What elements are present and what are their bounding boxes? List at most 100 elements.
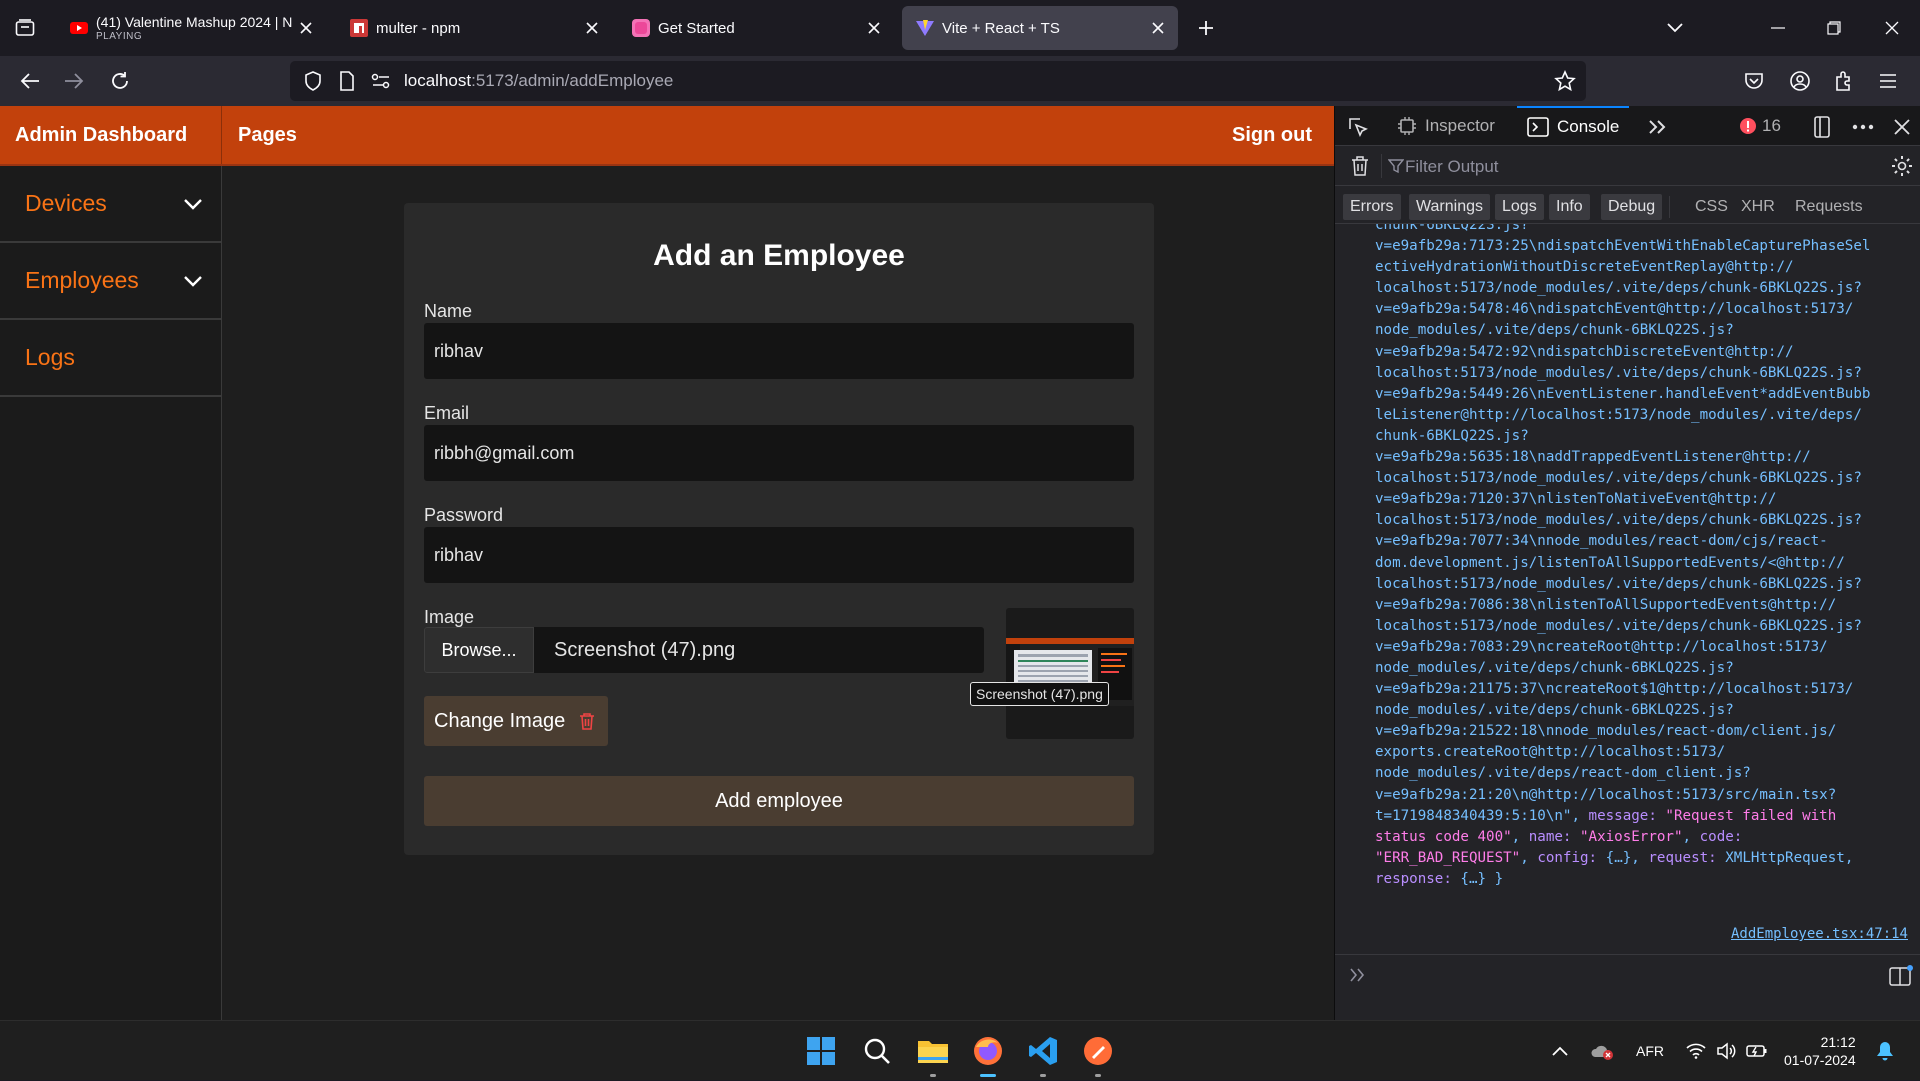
vscode-icon[interactable] <box>1023 1031 1063 1077</box>
close-tab-icon[interactable] <box>296 18 316 38</box>
add-employee-form: Add an Employee Name ribhav Email ribbh@… <box>404 203 1154 855</box>
tab-youtube[interactable]: (41) Valentine Mashup 2024 | N PLAYING <box>56 6 326 50</box>
close-tab-icon[interactable] <box>1148 18 1168 38</box>
filter-warnings[interactable]: Warnings <box>1409 194 1490 220</box>
show-hidden-icons-chevron[interactable] <box>1552 1021 1568 1081</box>
volume-icon[interactable] <box>1716 1021 1736 1081</box>
source-location-link[interactable]: AddEmployee.tsx:47:14 <box>1731 926 1908 942</box>
close-tab-icon[interactable] <box>582 18 602 38</box>
log-fragment: name: <box>1528 828 1581 845</box>
log-line: localhost:5173/node_modules/.vite/deps/c… <box>1375 470 1862 487</box>
clock-time: 21:12 <box>1820 1034 1856 1050</box>
menu-hamburger-icon[interactable] <box>1872 65 1904 97</box>
log-line: v=e9afb29a:5478:46\ndispatchEvent@http:/… <box>1375 301 1854 318</box>
password-input[interactable]: ribhav <box>424 527 1134 583</box>
add-employee-button[interactable]: Add employee <box>424 776 1134 826</box>
new-tab-plus-icon[interactable] <box>1192 14 1220 42</box>
log-fragment: , <box>1511 828 1529 845</box>
close-window-icon[interactable] <box>1872 12 1912 44</box>
filter-info[interactable]: Info <box>1549 194 1590 220</box>
element-picker-icon[interactable] <box>1345 114 1371 140</box>
running-indicator <box>1095 1074 1101 1077</box>
back-arrow-icon[interactable] <box>14 65 46 97</box>
account-icon[interactable] <box>1784 65 1816 97</box>
log-fragment: "AxiosError" <box>1580 828 1683 845</box>
sign-out-link[interactable]: Sign out <box>1232 106 1312 164</box>
browser-nav-bar: localhost:5173/admin/addEmployee <box>0 56 1920 106</box>
page-icon[interactable] <box>336 70 358 92</box>
filter-output-input[interactable]: Filter Output <box>1405 157 1499 177</box>
inspector-icon <box>1397 116 1417 136</box>
filter-xhr[interactable]: XHR <box>1741 194 1775 220</box>
tab-overflow-chevron-icon[interactable] <box>1655 12 1695 44</box>
change-image-button[interactable]: Change Image <box>424 696 608 746</box>
log-line: node_modules/.vite/deps/chunk-6BKLQ22S.j… <box>1375 702 1734 719</box>
forward-arrow-icon[interactable] <box>58 65 90 97</box>
log-level-filters: Errors Warnings Logs Info Debug CSS XHR … <box>1335 186 1920 224</box>
pocket-icon[interactable] <box>1738 65 1770 97</box>
settings-gear-icon[interactable] <box>1889 153 1915 179</box>
tab-console[interactable]: Console <box>1517 106 1630 146</box>
log-line: "ERR_BAD_REQUEST", config: {…}, request:… <box>1375 848 1915 869</box>
postman-icon[interactable] <box>1078 1031 1118 1077</box>
tab-multer-npm[interactable]: multer - npm <box>336 6 612 50</box>
battery-charging-icon[interactable] <box>1746 1021 1768 1081</box>
more-tabs-chevrons-icon[interactable] <box>1645 114 1671 140</box>
windows-start-icon[interactable] <box>801 1031 841 1071</box>
shield-icon[interactable] <box>302 70 324 92</box>
url-text[interactable]: localhost:5173/admin/addEmployee <box>404 71 673 91</box>
email-input[interactable]: ribbh@gmail.com <box>424 425 1134 481</box>
console-error-message[interactable]: chunk-6BKLQ22S.js? v=e9afb29a:7173:25\ndi… <box>1375 224 1915 890</box>
minimize-icon[interactable] <box>1758 12 1798 44</box>
sidebar-item-employees[interactable]: Employees <box>0 243 221 320</box>
browse-button[interactable]: Browse... <box>424 627 534 673</box>
image-file-input[interactable]: Browse... Screenshot (47).png <box>424 627 984 673</box>
extensions-icon[interactable] <box>1828 65 1860 97</box>
tab-get-started[interactable]: Get Started <box>618 6 894 50</box>
tab-inspector[interactable]: Inspector <box>1397 106 1495 146</box>
sidebar-item-logs[interactable]: Logs <box>0 320 221 397</box>
url-bar[interactable]: localhost:5173/admin/addEmployee <box>290 61 1586 101</box>
responsive-design-icon[interactable] <box>1809 114 1835 140</box>
site-permissions-icon[interactable] <box>370 70 392 92</box>
onedrive-error-icon[interactable] <box>1590 1021 1614 1081</box>
language-indicator[interactable]: AFR <box>1636 1021 1664 1081</box>
filter-debug[interactable]: Debug <box>1601 194 1663 220</box>
filter-logs[interactable]: Logs <box>1495 194 1544 220</box>
log-line: v=e9afb29a:7120:37\nlistenToNativeEvent@… <box>1375 491 1777 508</box>
file-explorer-icon[interactable] <box>913 1031 953 1077</box>
app-header: Admin Dashboard Pages Sign out <box>0 106 1334 166</box>
tab-vite-react[interactable]: Vite + React + TS <box>902 6 1178 50</box>
log-line: leListener@http://localhost:5173/node_mo… <box>1375 406 1862 423</box>
sidebar-item-devices[interactable]: Devices <box>0 166 221 243</box>
admin-dashboard-brand[interactable]: Admin Dashboard <box>0 106 222 164</box>
log-fragment: "Request failed with <box>1665 807 1837 824</box>
firefox-icon[interactable] <box>968 1031 1008 1077</box>
tab-list-icon[interactable] <box>8 12 42 44</box>
bookmark-star-icon[interactable] <box>1554 70 1576 92</box>
error-count-badge[interactable]: 16 <box>1740 106 1781 146</box>
reload-icon[interactable] <box>104 65 136 97</box>
chevron-down-icon <box>183 198 203 210</box>
editor-mode-icon[interactable] <box>1889 965 1913 987</box>
restore-icon[interactable] <box>1814 12 1854 44</box>
youtube-icon <box>70 19 88 37</box>
log-line: v=e9afb29a:5472:92\ndispatchDiscreteEven… <box>1375 343 1794 360</box>
system-clock[interactable]: 21:12 01-07-2024 <box>1784 1033 1856 1069</box>
console-input[interactable] <box>1335 954 1920 1020</box>
notifications-bell-icon[interactable] <box>1876 1021 1894 1081</box>
filter-errors[interactable]: Errors <box>1343 194 1401 220</box>
filter-requests[interactable]: Requests <box>1795 194 1863 220</box>
search-icon[interactable] <box>857 1031 897 1071</box>
close-tab-icon[interactable] <box>864 18 884 38</box>
name-input[interactable]: ribhav <box>424 323 1134 379</box>
log-line: node_modules/.vite/deps/chunk-6BKLQ22S.j… <box>1375 659 1734 676</box>
more-options-ellipsis-icon[interactable] <box>1850 114 1876 140</box>
nav-pages-link[interactable]: Pages <box>238 106 297 164</box>
log-fragment: status code 400" <box>1375 828 1512 845</box>
wifi-icon[interactable] <box>1686 1021 1706 1081</box>
filter-css[interactable]: CSS <box>1695 194 1728 220</box>
clock-date: 01-07-2024 <box>1784 1052 1856 1068</box>
close-devtools-icon[interactable] <box>1889 114 1915 140</box>
trash-icon[interactable] <box>1347 153 1373 179</box>
